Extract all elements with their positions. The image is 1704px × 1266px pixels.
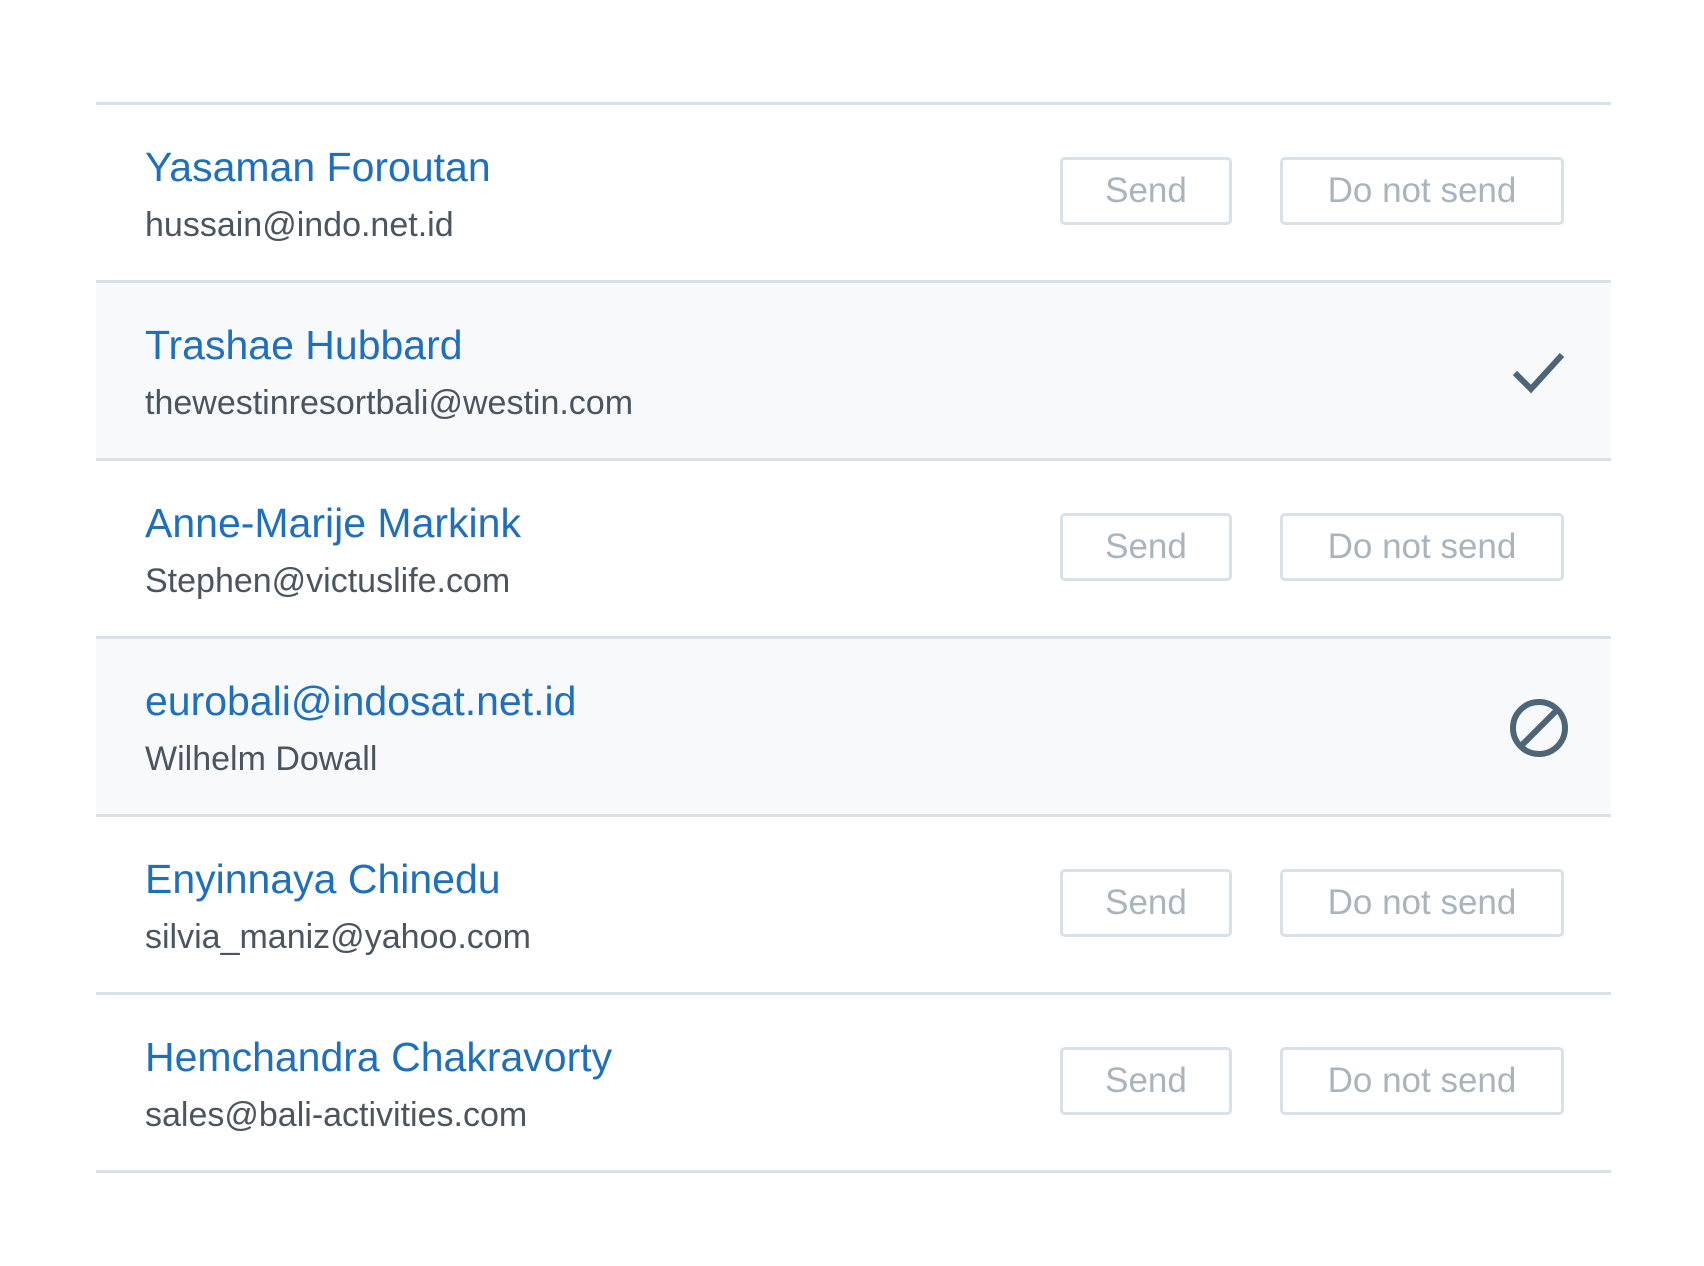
do-not-send-button[interactable]: Do not send: [1280, 1047, 1564, 1115]
checkmark-icon: [1509, 342, 1569, 402]
recipient-row: eurobali@indosat.net.id Wilhelm Dowall: [96, 639, 1611, 817]
prohibited-icon: [1509, 698, 1569, 758]
recipient-name: Enyinnaya Chinedu: [145, 856, 501, 902]
recipient-list: Yasaman Foroutan hussain@indo.net.id Sen…: [96, 102, 1611, 1173]
do-not-send-button[interactable]: Do not send: [1280, 869, 1564, 937]
recipient-email: Stephen@victuslife.com: [145, 562, 511, 600]
recipient-row: Anne-Marije Markink Stephen@victuslife.c…: [96, 461, 1611, 639]
recipient-email: thewestinresortbali@westin.com: [145, 384, 634, 422]
recipient-row: Enyinnaya Chinedu silvia_maniz@yahoo.com…: [96, 817, 1611, 995]
recipient-name: Yasaman Foroutan: [145, 144, 491, 190]
do-not-send-button[interactable]: Do not send: [1280, 513, 1564, 581]
recipient-name: Hemchandra Chakravorty: [145, 1034, 613, 1080]
do-not-send-button[interactable]: Do not send: [1280, 157, 1564, 225]
recipient-email: sales@bali-activities.com: [145, 1096, 528, 1134]
recipient-email: hussain@indo.net.id: [145, 206, 454, 244]
recipient-row: Trashae Hubbard thewestinresortbali@west…: [96, 283, 1611, 461]
send-button[interactable]: Send: [1060, 869, 1232, 937]
recipient-name: Wilhelm Dowall: [145, 740, 378, 778]
send-button[interactable]: Send: [1060, 157, 1232, 225]
recipient-row: Hemchandra Chakravorty sales@bali-activi…: [96, 995, 1611, 1173]
recipient-row: Yasaman Foroutan hussain@indo.net.id Sen…: [96, 105, 1611, 283]
recipient-email: silvia_maniz@yahoo.com: [145, 918, 532, 956]
recipient-name: Trashae Hubbard: [145, 322, 463, 368]
send-button[interactable]: Send: [1060, 513, 1232, 581]
send-button[interactable]: Send: [1060, 1047, 1232, 1115]
recipient-name: Anne-Marije Markink: [145, 500, 521, 546]
recipient-email: eurobali@indosat.net.id: [145, 678, 577, 724]
